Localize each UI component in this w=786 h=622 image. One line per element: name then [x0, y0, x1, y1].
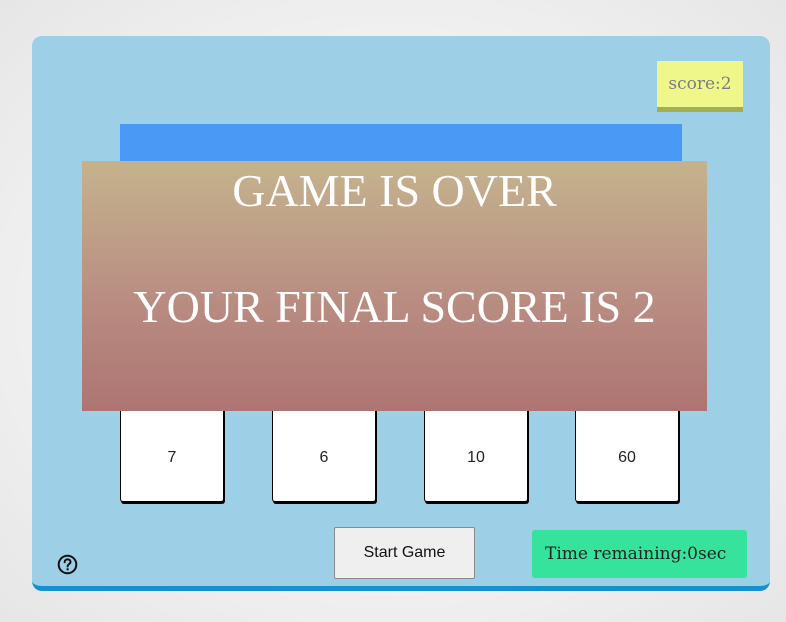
question-box — [120, 124, 682, 164]
start-game-label: Start Game — [363, 544, 446, 561]
answer-choice-label: 10 — [467, 449, 485, 466]
answer-choice-label: 60 — [618, 449, 636, 466]
score-label: score:2 — [668, 74, 732, 94]
game-over-overlay: GAME IS OVER YOUR FINAL SCORE IS 2 — [82, 161, 707, 411]
help-circle-icon[interactable] — [57, 554, 78, 575]
score-display: score:2 — [657, 61, 743, 112]
answer-choice-2[interactable]: 6 — [272, 404, 376, 502]
final-score-message: YOUR FINAL SCORE IS 2 — [133, 281, 656, 332]
game-over-title: GAME IS OVER — [232, 165, 557, 216]
answer-choice-4[interactable]: 60 — [575, 404, 679, 502]
answer-choice-label: 6 — [319, 449, 329, 466]
answer-choice-label: 7 — [167, 449, 177, 466]
time-remaining-display: Time remaining:0sec — [532, 530, 747, 578]
time-remaining-label: Time remaining:0sec — [545, 544, 727, 564]
game-container: score:2 7 6 10 60 GAME IS OVER YOUR FINA… — [32, 36, 770, 591]
start-game-button[interactable]: Start Game — [334, 527, 475, 579]
answer-choice-3[interactable]: 10 — [424, 404, 528, 502]
answer-choice-1[interactable]: 7 — [120, 404, 224, 502]
help-circle-icon-graphic — [57, 554, 78, 575]
